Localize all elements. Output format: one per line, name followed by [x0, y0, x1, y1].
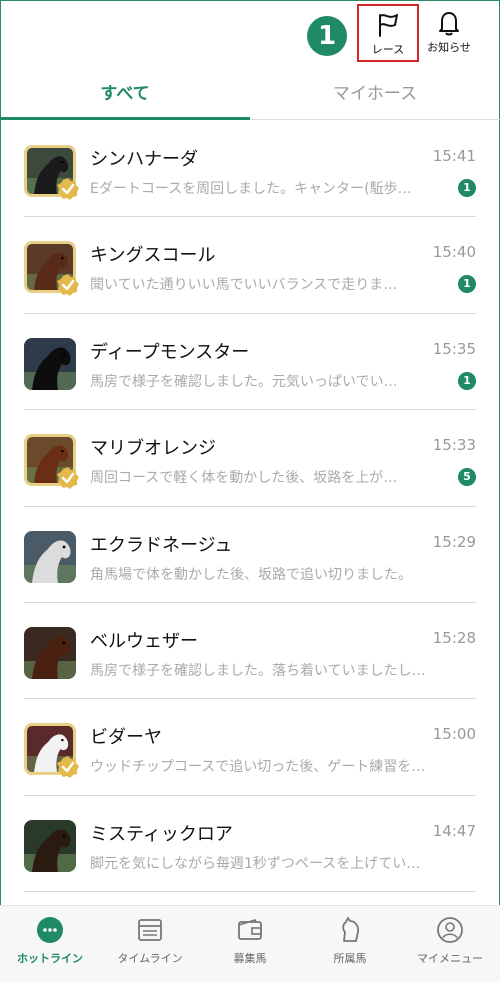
unread-count-badge: 1: [458, 179, 476, 197]
horse-avatar: [24, 626, 76, 679]
message-preview: 馬房で様子を確認しました。落ち着いていましたし…: [90, 662, 426, 679]
horse-name: ビダーヤ: [90, 727, 162, 749]
notice-label: お知らせ: [427, 41, 471, 54]
message-list-item[interactable]: ミスティックロア 14:47 脚元を気にしながら毎週1秒ずつペースを上げてい…: [24, 796, 476, 893]
verified-check-icon: [57, 274, 79, 297]
horse-icon: [342, 917, 360, 942]
header: 1 レース お知らせ: [0, 0, 500, 70]
nav-recruit-label: 募集馬: [233, 952, 267, 965]
horse-name: エクラドネージュ: [90, 534, 233, 556]
message-preview: ウッドチップコースで追い切った後、ゲート練習を…: [90, 759, 426, 776]
nav-timeline[interactable]: タイムライン: [100, 906, 200, 982]
notice-button[interactable]: お知らせ: [418, 4, 480, 62]
message-list-item[interactable]: シンハナーダ 15:41 Eダートコースを周回しました。キャンター(駈歩… 1: [24, 121, 476, 218]
unread-count-badge: 1: [458, 275, 476, 294]
verified-check-icon: [57, 467, 79, 490]
user-icon: [437, 917, 463, 943]
message-preview: 周回コースで軽く体を動かした後、坂路を上が…: [90, 470, 398, 487]
nav-timeline-label: タイムライン: [117, 952, 183, 965]
message-preview: Eダートコースを周回しました。キャンター(駈歩…: [90, 181, 412, 197]
horse-name: キングスコール: [90, 245, 216, 267]
message-list-item[interactable]: ディープモンスター 15:35 馬房で様子を確認しました。元気いっぱいでい… 1: [24, 314, 476, 411]
nav-hotline[interactable]: ホットライン: [0, 906, 100, 982]
verified-check-icon: [57, 756, 79, 779]
tab-my-horse[interactable]: マイホース: [250, 70, 500, 119]
message-time: 15:00: [432, 725, 476, 744]
horse-name: マリブオレンジ: [90, 438, 216, 460]
message-list-item[interactable]: エクラドネージュ 15:29 角馬場で体を動かした後、坂路で追い切りました。: [24, 507, 476, 603]
nav-hotline-label: ホットライン: [17, 952, 83, 965]
message-time: 15:35: [432, 339, 476, 358]
chat-bubble-icon: [37, 917, 63, 943]
horse-avatar: [24, 337, 76, 390]
message-time: 15:29: [432, 532, 476, 551]
flag-icon: [379, 14, 398, 37]
unread-count-badge: 1: [458, 371, 476, 390]
message-preview: 聞いていた通りいい馬でいいバランスで走りま…: [90, 277, 398, 294]
horse-name: シンハナーダ: [90, 149, 198, 170]
step-badge: 1: [307, 16, 347, 56]
unread-count-badge: 5: [458, 468, 476, 487]
horse-avatar: [24, 530, 76, 583]
bottom-nav: ホットライン タイムライン 募集馬 所属馬 マイメニュー: [0, 905, 500, 982]
horse-name: ミスティックロア: [90, 823, 233, 845]
message-list-item[interactable]: ビダーヤ 15:00 ウッドチップコースで追い切った後、ゲート練習を…: [24, 699, 476, 796]
race-button[interactable]: レース: [357, 4, 419, 62]
message-time: 15:28: [432, 628, 476, 647]
nav-owned[interactable]: 所属馬: [300, 906, 400, 982]
race-label: レース: [371, 43, 405, 56]
message-time: 15:40: [432, 243, 476, 262]
nav-mymenu[interactable]: マイメニュー: [400, 906, 500, 982]
message-preview: 馬房で様子を確認しました。元気いっぱいでい…: [90, 373, 398, 390]
tab-bar: すべて マイホース: [0, 70, 500, 120]
message-time: 15:33: [432, 436, 476, 455]
message-list: シンハナーダ 15:41 Eダートコースを周回しました。キャンター(駈歩… 1 …: [0, 121, 500, 904]
tab-all[interactable]: すべて: [0, 70, 250, 120]
message-time: 15:41: [432, 147, 476, 165]
nav-mymenu-label: マイメニュー: [417, 952, 483, 965]
verified-check-icon: [57, 178, 79, 200]
timeline-icon: [138, 919, 162, 941]
horse-avatar: [24, 819, 76, 872]
nav-recruit[interactable]: 募集馬: [200, 906, 300, 982]
message-preview: 角馬場で体を動かした後、坂路で追い切りました。: [90, 566, 412, 583]
bell-icon: [439, 12, 459, 36]
message-list-item[interactable]: ベルウェザー 15:28 馬房で様子を確認しました。落ち着いていましたし…: [24, 603, 476, 700]
message-preview: 脚元を気にしながら毎週1秒ずつペースを上げてい…: [90, 855, 421, 872]
nav-owned-label: 所属馬: [333, 952, 367, 965]
horse-name: ベルウェザー: [90, 630, 198, 652]
message-list-item[interactable]: キングスコール 15:40 聞いていた通りいい馬でいいバランスで走りま… 1: [24, 217, 476, 314]
message-time: 14:47: [432, 821, 476, 840]
wallet-icon: [238, 919, 262, 940]
message-list-item[interactable]: マリブオレンジ 15:33 周回コースで軽く体を動かした後、坂路を上が… 5: [24, 410, 476, 507]
horse-name: ディープモンスター: [90, 341, 250, 363]
